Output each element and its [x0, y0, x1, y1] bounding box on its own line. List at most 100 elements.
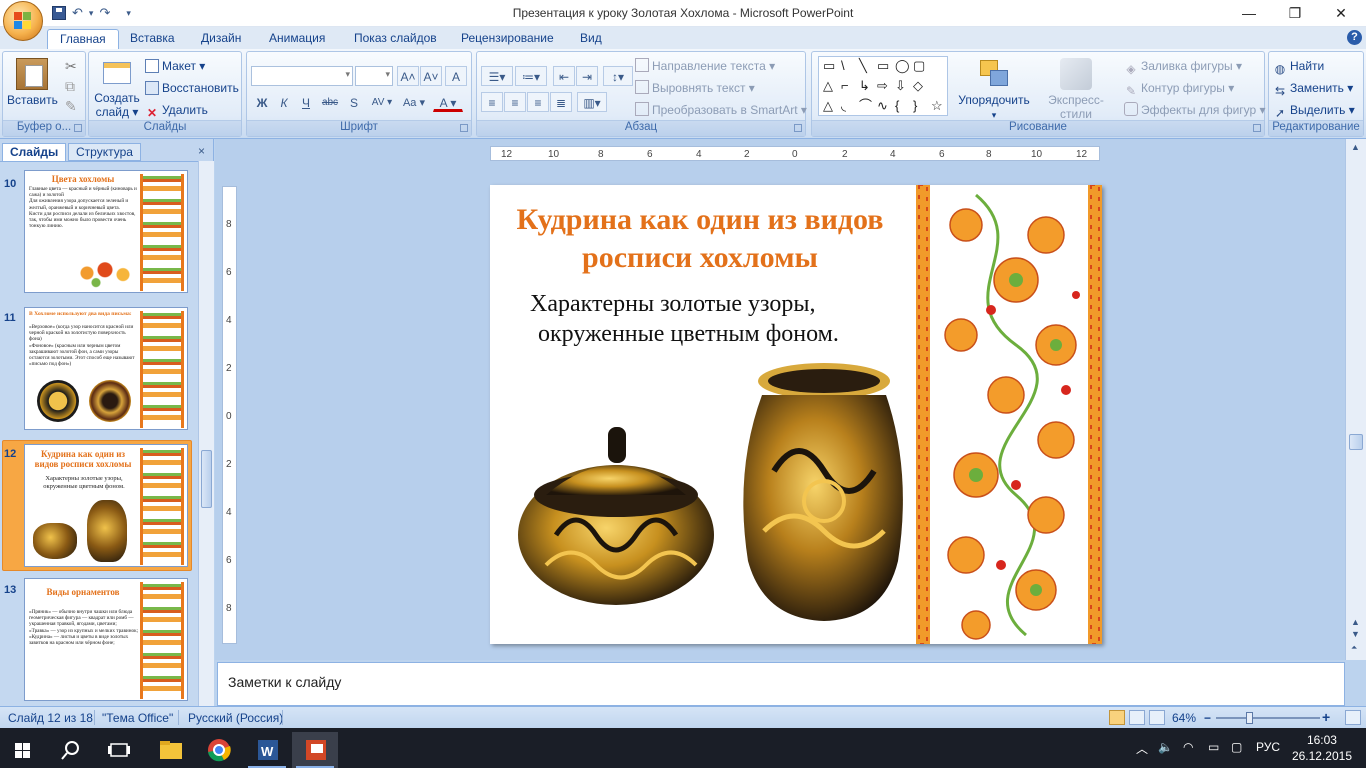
increase-indent-icon[interactable]: ⇥ — [576, 66, 598, 86]
shape-elbow-icon[interactable]: ⌐ — [841, 79, 849, 93]
shape-effects-button[interactable]: ​Эффекты для фигур ▾ — [1124, 100, 1266, 120]
decrease-indent-icon[interactable]: ⇤ — [553, 66, 575, 86]
powerpoint-icon[interactable] — [292, 732, 338, 768]
shape-rounded-rect-icon[interactable]: ▢ — [913, 59, 925, 73]
shape-triangle-icon[interactable]: △ — [823, 79, 833, 93]
tab-slides-pane[interactable]: Слайды — [2, 143, 67, 161]
justify-icon[interactable]: ≣ — [550, 92, 572, 112]
tab-design[interactable]: Дизайн — [201, 30, 241, 47]
bullets-icon[interactable]: ☰▾ — [481, 66, 513, 86]
scroll-up-icon[interactable]: ▲ — [1351, 617, 1360, 627]
text-direction-button[interactable]: ​Направление текста ▾ — [635, 56, 775, 76]
close-button[interactable]: ✕ — [1318, 0, 1364, 27]
dialog-launcher-icon[interactable] — [1253, 124, 1261, 132]
align-left-icon[interactable]: ≡ — [481, 92, 503, 112]
slide-canvas[interactable]: Кудрина как один из видов росписи хохлом… — [490, 185, 1102, 644]
tab-view[interactable]: Вид — [580, 30, 602, 47]
scroll-down-icon[interactable]: ▼ — [1351, 629, 1360, 639]
line-spacing-icon[interactable]: ↕▾ — [603, 66, 633, 86]
align-right-icon[interactable]: ≡ — [527, 92, 549, 112]
clock[interactable]: 16:03 26.12.2015 — [1292, 732, 1352, 764]
tab-home[interactable]: Главная — [47, 29, 119, 50]
shape-right-brace-icon[interactable]: } — [913, 99, 917, 113]
chevron-up-icon[interactable]: ︿ — [1136, 740, 1148, 757]
tab-outline-pane[interactable]: Структура — [68, 143, 141, 161]
slide-title[interactable]: Кудрина как один из видов росписи хохлом… — [490, 201, 910, 277]
copy-icon[interactable]: ⧉ — [65, 76, 75, 96]
file-explorer-icon[interactable] — [148, 732, 194, 768]
underline-button[interactable]: Ч — [295, 92, 317, 112]
zoom-in-icon[interactable]: + — [1322, 709, 1330, 725]
arrange-button[interactable]: Упорядочить ▾ — [956, 58, 1032, 122]
scrollbar-thumb[interactable] — [201, 450, 212, 508]
slide-thumbnail-10[interactable]: Цвета хохломы Главные цвета — красный и … — [24, 170, 188, 293]
strikethrough-button[interactable]: abc — [319, 92, 341, 112]
align-text-button[interactable]: ​Выровнять текст ▾ — [635, 78, 755, 98]
volume-icon[interactable]: 🔈 — [1158, 740, 1173, 754]
replace-button[interactable]: ⇆ Заменить ▾ — [1273, 78, 1353, 98]
brush-icon[interactable]: ✎ — [65, 96, 77, 116]
chrome-icon[interactable] — [196, 732, 242, 768]
message-icon[interactable]: ▢ — [1231, 740, 1242, 754]
shrink-font-button[interactable]: A˅ — [420, 66, 442, 86]
shape-diamond-icon[interactable]: ◇ — [913, 79, 923, 93]
shape-curve-icon[interactable]: ⌒ — [859, 99, 872, 113]
slide-thumbnail-13[interactable]: Виды орнаментов «Пряник» — обычно внутри… — [24, 578, 188, 701]
khokhloma-pot-image[interactable] — [516, 425, 716, 625]
shape-outline-button[interactable]: ✎ Контур фигуры ▾ — [1124, 78, 1234, 98]
notes-pane[interactable]: Заметки к слайду — [217, 662, 1345, 706]
shapes-gallery[interactable]: ▭ \ ╲ ▭ ◯ ▢ △ ⌐ ↳ ⇨ ⇩ ◇ △ ◟ ⌒ ∿ { } ☆ — [818, 56, 948, 116]
tab-animation[interactable]: Анимация — [269, 30, 325, 47]
dialog-launcher-icon[interactable] — [460, 124, 468, 132]
shape-line-icon[interactable]: \ — [841, 59, 845, 73]
normal-view-icon[interactable] — [1109, 710, 1125, 725]
font-family-combo[interactable] — [251, 66, 353, 86]
font-size-combo[interactable] — [355, 66, 393, 86]
char-spacing-button[interactable]: AV ▾ — [367, 92, 397, 112]
close-pane-icon[interactable]: × — [198, 144, 205, 158]
office-button[interactable] — [3, 1, 43, 41]
paste-button[interactable]: Вставить — [7, 58, 58, 107]
zoom-slider[interactable] — [1216, 717, 1320, 719]
help-icon[interactable]: ? — [1347, 30, 1362, 45]
thumbnails-scrollbar[interactable] — [198, 161, 214, 706]
shape-arrow-line-icon[interactable]: ╲ — [859, 59, 867, 73]
scissors-icon[interactable]: ✂ — [65, 56, 77, 76]
shape-left-brace-icon[interactable]: { — [895, 99, 899, 113]
slide-body-text[interactable]: Характерны золотые узоры, окруженные цве… — [530, 289, 890, 349]
shape-elbow-arrow-icon[interactable]: ↳ — [859, 79, 870, 93]
scrollbar-thumb[interactable] — [1349, 434, 1363, 450]
slide-sorter-icon[interactable] — [1129, 710, 1145, 725]
start-button[interactable] — [0, 732, 46, 768]
find-button[interactable]: ◍ Найти — [1273, 56, 1325, 76]
restore-button[interactable]: ❐ — [1272, 0, 1318, 27]
khokhloma-vase-image[interactable] — [734, 361, 910, 623]
font-color-button[interactable]: A ▾ — [433, 92, 463, 112]
shape-textbox-icon[interactable]: ▭ — [823, 59, 835, 73]
dialog-launcher-icon[interactable] — [74, 124, 82, 132]
tab-insert[interactable]: Вставка — [130, 30, 175, 47]
minimize-button[interactable]: — — [1226, 0, 1272, 27]
delete-slide-button[interactable]: ✕ Удалить — [145, 100, 208, 120]
tab-review[interactable]: Рецензирование — [461, 30, 554, 47]
wifi-icon[interactable]: ◠ — [1183, 740, 1193, 754]
language-indicator[interactable]: Русский (Россия) — [188, 711, 283, 725]
layout-button[interactable]: Макет ▾ — [145, 56, 205, 76]
align-center-icon[interactable]: ≡ — [504, 92, 526, 112]
grow-font-button[interactable]: A˄ — [397, 66, 419, 86]
shape-right-arrow-icon[interactable]: ⇨ — [877, 79, 888, 93]
word-icon[interactable]: W — [244, 732, 290, 768]
new-slide-button[interactable]: Создать слайд ▾ — [93, 58, 141, 119]
columns-icon[interactable]: ▥▾ — [577, 92, 607, 112]
slideshow-icon[interactable] — [1149, 710, 1165, 725]
shape-star-icon[interactable]: ☆ — [931, 99, 943, 113]
shape-angle-icon[interactable]: △ — [823, 99, 833, 113]
zoom-level[interactable]: 64% — [1172, 711, 1196, 725]
bold-button[interactable]: Ж — [251, 92, 273, 112]
tab-slideshow[interactable]: Показ слайдов — [354, 30, 437, 47]
slide-scrollbar[interactable]: ▲ ▲ ▼ ⏶ — [1345, 139, 1366, 660]
italic-button[interactable]: К — [273, 92, 295, 112]
numbering-icon[interactable]: ≔▾ — [515, 66, 547, 86]
shape-arc-icon[interactable]: ◟ — [841, 99, 846, 113]
clear-format-button[interactable]: A — [445, 66, 467, 86]
